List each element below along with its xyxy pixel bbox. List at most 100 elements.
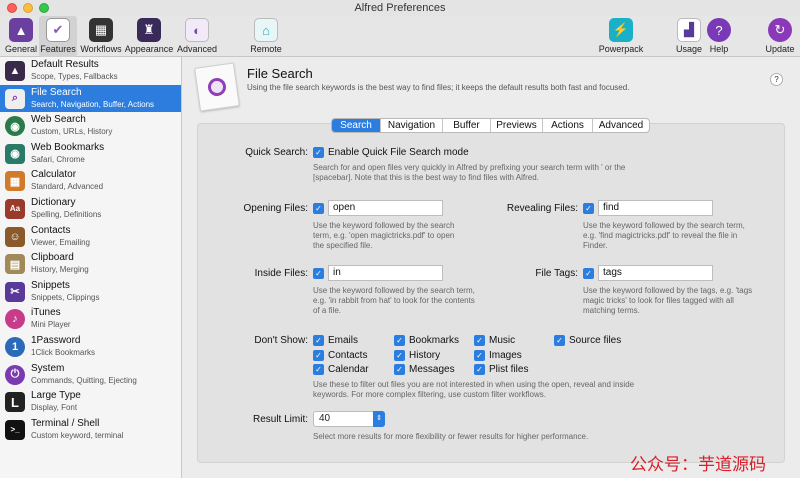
sidebar-item-default-results[interactable]: ▲ Default Results Scope, Types, Fallback… [0, 57, 181, 85]
toolbar-usage[interactable]: ▟ Usage [674, 16, 704, 57]
checklist-icon: ✔ [46, 18, 70, 42]
page-description: Using the file search keywords is the be… [247, 83, 630, 92]
inside-files-keyword-field[interactable]: in [328, 265, 443, 281]
refresh-icon: ↻ [768, 18, 792, 42]
filter-bookmarks-checkbox[interactable]: ✓ [394, 335, 405, 346]
toolbar-appearance[interactable]: ♜ Appearance [125, 16, 173, 57]
opening-files-keyword-field[interactable]: open [328, 200, 443, 216]
quick-search-help: Search for and open files very quickly i… [313, 163, 626, 182]
result-limit-label: Result Limit: [252, 414, 308, 425]
power-icon: ⏻ [5, 364, 25, 385]
sidebar-item-file-search[interactable]: ⌕ File Search Search, Navigation, Buffer… [0, 84, 181, 113]
filter-calendar-checkbox[interactable]: ✓ [313, 364, 324, 375]
sidebar-item-contacts[interactable]: ☺ Contacts Viewer, Emailing [0, 223, 181, 251]
filter-music-checkbox[interactable]: ✓ [474, 335, 485, 346]
sidebar-item-dictionary[interactable]: Aa Dictionary Spelling, Definitions [0, 195, 181, 223]
filter-contacts-label: Contacts [328, 350, 368, 361]
result-limit-select[interactable]: 40 ⇕ [313, 411, 385, 427]
hat-icon: ▲ [5, 61, 25, 81]
dont-show-label: Don't Show: [254, 335, 308, 346]
toolbar-remote[interactable]: ⌂ Remote [248, 16, 284, 57]
contacts-icon: ☺ [5, 226, 25, 247]
filter-music-label: Music [489, 335, 516, 346]
filter-history-label: History [409, 350, 441, 361]
file-tags-label: File Tags: [535, 268, 578, 279]
tuxedo-icon: ♜ [137, 18, 161, 42]
sidebar-item-itunes[interactable]: ♪ iTunes Mini Player [0, 305, 181, 333]
opening-files-checkbox[interactable]: ✓ [313, 203, 324, 214]
sidebar-item-calculator[interactable]: ▦ Calculator Standard, Advanced [0, 167, 181, 195]
quick-search-checkbox[interactable]: ✓ [313, 147, 324, 158]
page-title: File Search [247, 66, 313, 81]
revealing-files-help: Use the keyword followed by the search t… [583, 221, 745, 250]
sidebar-item-1password[interactable]: 1 1Password 1Click Bookmarks [0, 333, 181, 361]
globe-icon: ◉ [5, 116, 25, 137]
filter-images-checkbox[interactable]: ✓ [474, 350, 485, 361]
toolbar-advanced[interactable]: ◐ Advanced [176, 16, 218, 57]
dont-show-help: Use these to filter out files you are no… [313, 380, 635, 399]
sidebar-item-system[interactable]: ⏻ System Commands, Quitting, Ejecting [0, 361, 181, 389]
tab-search[interactable]: Search [332, 119, 380, 132]
help-button[interactable]: ? [770, 73, 783, 86]
inside-files-checkbox[interactable]: ✓ [313, 268, 324, 279]
toolbar-workflows[interactable]: ▦ Workflows [80, 16, 122, 57]
filter-messages-checkbox[interactable]: ✓ [394, 364, 405, 375]
sidebar-item-terminal[interactable]: >_ Terminal / Shell Custom keyword, term… [0, 416, 181, 444]
sidebar-item-web-bookmarks[interactable]: ◉ Web Bookmarks Safari, Chrome [0, 140, 181, 168]
sidebar-item-clipboard[interactable]: ▤ Clipboard History, Merging [0, 250, 181, 278]
bookmark-globe-icon: ◉ [5, 143, 25, 164]
window-title: Alfred Preferences [354, 2, 446, 14]
watermark-text: 公众号：芋道源码 [630, 455, 766, 474]
opening-files-label: Opening Files: [243, 203, 308, 214]
grid-icon: ▦ [89, 18, 113, 42]
filter-emails-checkbox[interactable]: ✓ [313, 335, 324, 346]
snippets-icon: ✂ [5, 281, 25, 302]
tab-actions[interactable]: Actions [542, 119, 592, 132]
large-type-icon: L [5, 392, 25, 413]
sidebar: ▲ Default Results Scope, Types, Fallback… [0, 57, 182, 478]
toolbar-features[interactable]: ✔ Features [39, 16, 77, 57]
filter-plist-files-label: Plist files [489, 364, 529, 375]
terminal-icon: >_ [5, 419, 25, 440]
clipboard-icon: ▤ [5, 254, 25, 275]
toolbar-update[interactable]: ↻ Update [763, 16, 797, 57]
toolbar: ▲ General ✔ Features ▦ Workflows ♜ Appea… [0, 16, 800, 57]
title-bar: Alfred Preferences [0, 0, 800, 16]
sidebar-item-large-type[interactable]: L Large Type Display, Font [0, 388, 181, 416]
file-search-document-icon [194, 62, 240, 112]
file-tags-keyword-field[interactable]: tags [598, 265, 713, 281]
filter-messages-label: Messages [409, 364, 455, 375]
sidebar-item-web-search[interactable]: ◉ Web Search Custom, URLs, History [0, 112, 181, 140]
dictionary-icon: Aa [5, 198, 25, 219]
file-tags-checkbox[interactable]: ✓ [583, 268, 594, 279]
toolbar-help[interactable]: ? Help [706, 16, 732, 57]
toolbar-powerpack[interactable]: ⚡ Powerpack [598, 16, 644, 57]
settings-panel: Search Navigation Buffer Previews Action… [197, 118, 785, 463]
tab-advanced[interactable]: Advanced [592, 119, 649, 132]
filter-source-files-label: Source files [569, 335, 622, 346]
filter-plist-files-checkbox[interactable]: ✓ [474, 364, 485, 375]
toolbar-general[interactable]: ▲ General [4, 16, 38, 57]
filter-history-checkbox[interactable]: ✓ [394, 350, 405, 361]
main-content: File Search Using the file search keywor… [183, 57, 800, 478]
tab-previews[interactable]: Previews [490, 119, 542, 132]
filter-contacts-checkbox[interactable]: ✓ [313, 350, 324, 361]
tab-navigation[interactable]: Navigation [380, 119, 442, 132]
sidebar-item-snippets[interactable]: ✂ Snippets Snippets, Clippings [0, 278, 181, 306]
tab-buffer[interactable]: Buffer [442, 119, 490, 132]
filter-images-label: Images [489, 350, 522, 361]
battery-icon: ⚡ [609, 18, 633, 42]
revealing-files-label: Revealing Files: [506, 203, 578, 214]
onepassword-icon: 1 [5, 336, 25, 357]
revealing-files-keyword-field[interactable]: find [598, 200, 713, 216]
chevron-updown-icon: ⇕ [373, 411, 385, 427]
tab-bar: Search Navigation Buffer Previews Action… [331, 118, 650, 133]
toggles-icon: ◐ [185, 18, 209, 42]
hat-icon: ▲ [9, 18, 33, 42]
revealing-files-checkbox[interactable]: ✓ [583, 203, 594, 214]
opening-files-help: Use the keyword followed by the search t… [313, 221, 455, 250]
filter-emails-label: Emails [328, 335, 359, 346]
inside-files-help: Use the keyword followed by the search t… [313, 286, 475, 315]
filter-source-files-checkbox[interactable]: ✓ [554, 335, 565, 346]
itunes-icon: ♪ [5, 309, 25, 330]
